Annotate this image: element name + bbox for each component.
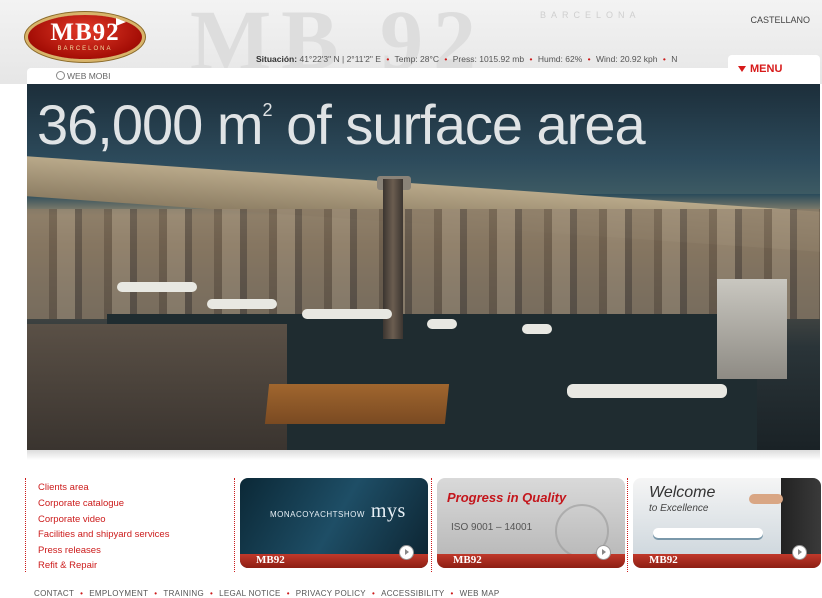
yacht [522,324,552,334]
play-icon[interactable] [596,545,611,560]
hero-title: 36,000 m2 of surface area [37,93,646,156]
weather-bar: Situación: 41°22'3" N | 2°11'2" E • Temp… [256,54,678,64]
welcome-banner[interactable]: Welcome to Excellence MB92 [633,478,821,568]
monaco-yacht-show-banner[interactable]: MONACOYACHTSHOW mys MB92 [240,478,428,568]
divider [431,478,432,572]
play-icon[interactable] [792,545,807,560]
play-icon[interactable] [399,545,414,560]
quality-banner[interactable]: Progress in Quality ISO 9001 – 14001 MB9… [437,478,625,568]
weather-humidity: Humd: 62% [537,54,583,64]
link-press-releases[interactable]: Press releases [38,545,101,556]
quality-title: Progress in Quality [447,490,567,505]
footer-web-map[interactable]: WEB MAP [460,589,500,598]
welcome-subtitle: to Excellence [649,503,709,514]
link-corporate-catalogue[interactable]: Corporate catalogue [38,498,124,509]
footer-privacy-policy[interactable]: PRIVACY POLICY [296,589,366,598]
link-corporate-video[interactable]: Corporate video [38,514,106,525]
link-clients-area[interactable]: Clients area [38,482,89,493]
link-refit-repair[interactable]: Refit & Repair [38,560,97,571]
dock-land [27,324,287,450]
footer-contact[interactable]: CONTACT [34,589,74,598]
city-buildings [27,209,820,319]
language-link[interactable]: CASTELLANO [750,15,810,25]
footer-nav: CONTACT • EMPLOYMENT • TRAINING • LEGAL NOTICE… [34,589,500,598]
link-facilities[interactable]: Facilities and shipyard services [38,529,169,540]
menu-button[interactable]: MENU [728,55,820,84]
divider [627,478,628,572]
menu-label: MENU [750,63,783,75]
quick-links: Clients area Corporate catalogue Corpora… [25,478,226,572]
logo-subtitle: BARCELONA [57,46,113,52]
yacht [207,299,277,309]
divider [234,478,235,572]
yacht [427,319,457,329]
watermark-subtitle: BARCELONA [540,10,641,20]
weather-pressure: Press: 1015.92 mb [452,54,525,64]
footer-accessibility[interactable]: ACCESSIBILITY [381,589,444,598]
weather-direction: N [671,54,678,64]
triangle-down-icon [738,66,746,72]
yacht [302,309,392,319]
weather-coords: 41°22'3" N | 2°11'2" E [299,54,381,64]
footer-employment[interactable]: EMPLOYMENT [89,589,148,598]
yacht-image [653,528,763,538]
iso-label: ISO 9001 – 14001 [451,522,533,533]
web-mobi-label: WEB MOBI [67,71,111,81]
weather-wind: Wind: 20.92 kph [596,54,658,64]
mb92-logo[interactable]: MB92 BARCELONA [28,15,142,59]
weather-temp: Temp: 28°C [394,54,440,64]
welcome-title: Welcome [649,484,716,501]
logo-text: MB92 [50,19,120,46]
businessman-image [781,478,821,554]
footer-training[interactable]: TRAINING [163,589,204,598]
hero-image: 36,000 m2 of surface area [27,84,820,450]
monaco-label: MONACOYACHTSHOW mys [270,500,406,522]
web-mobi-link[interactable]: WEB MOBI [56,71,110,81]
yacht [567,384,727,398]
warehouse-roof [264,384,450,424]
play-circle-icon [56,71,65,80]
footer-legal-notice[interactable]: LEGAL NOTICE [219,589,281,598]
shed-building [717,279,787,379]
handshake-image [749,494,783,504]
hero-shadow [27,450,820,460]
yacht [117,282,197,292]
top-bar [27,68,820,84]
weather-label: Situación: [256,54,298,64]
